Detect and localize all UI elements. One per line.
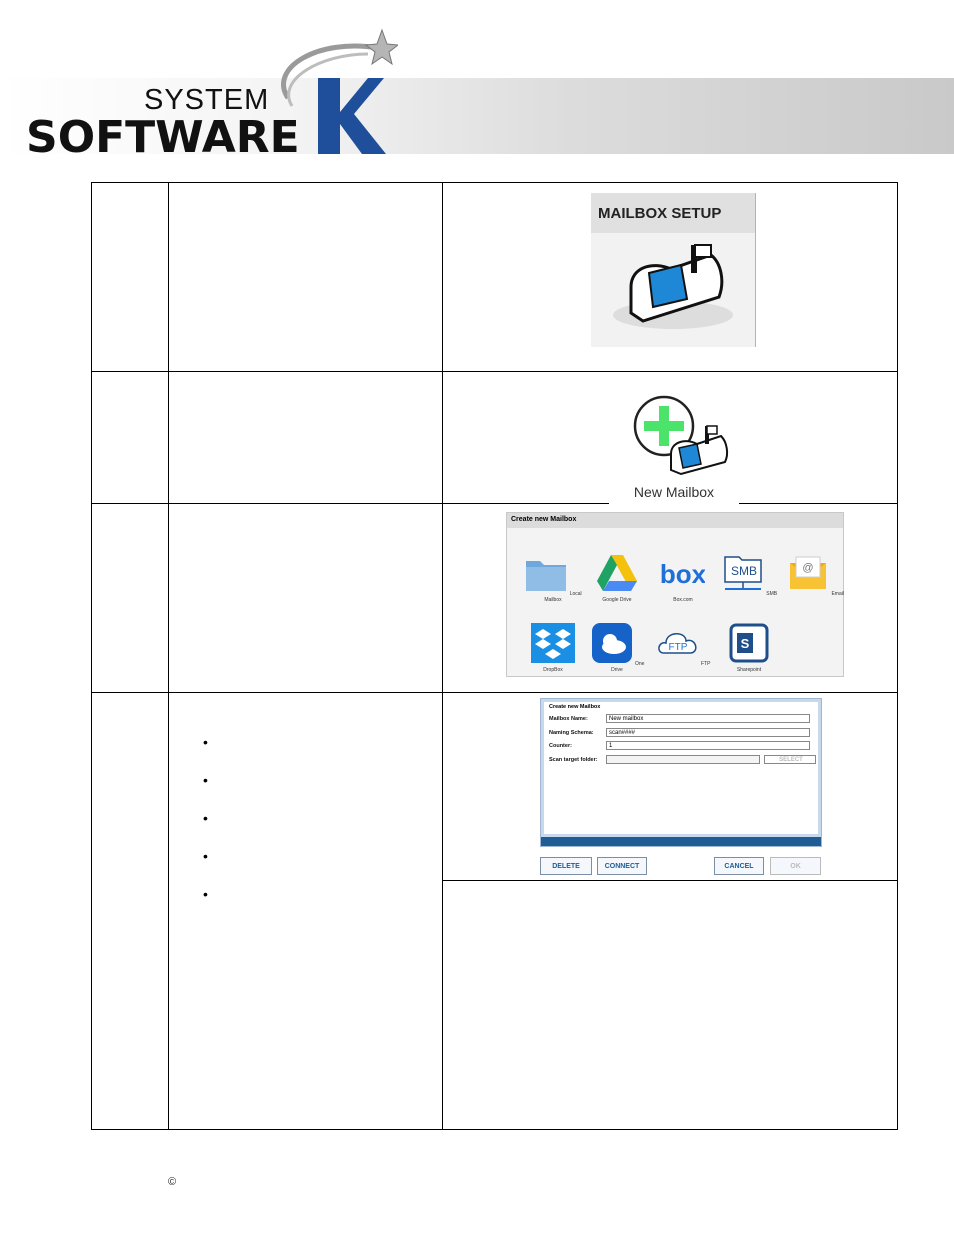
step-cell bbox=[91, 692, 169, 1130]
service-email[interactable]: @ Email bbox=[785, 553, 845, 597]
service-box[interactable]: box Box.com bbox=[653, 553, 713, 603]
mailbox-name-label: Mailbox Name: bbox=[549, 716, 588, 722]
scan-target-folder-input[interactable] bbox=[606, 755, 760, 764]
naming-schema-input[interactable]: scan#### bbox=[606, 728, 810, 737]
naming-schema-label: Naming Schema: bbox=[549, 730, 594, 736]
service-smb[interactable]: SMB SMB bbox=[719, 553, 779, 597]
form-title: Create new Mailbox bbox=[549, 704, 601, 710]
bullet-marker: • bbox=[203, 734, 208, 750]
step-cell bbox=[91, 503, 169, 693]
brand-software: SOFTWARE bbox=[26, 112, 300, 163]
scan-target-folder-label: Scan target folder: bbox=[549, 757, 598, 763]
service-onedrive[interactable]: One Drive bbox=[587, 623, 647, 673]
step-cell bbox=[91, 371, 169, 504]
create-mailbox-dialog: Create new Mailbox Local Mailbox Google … bbox=[506, 512, 844, 677]
email-icon: @ bbox=[790, 556, 827, 589]
description-cell bbox=[168, 503, 443, 693]
connect-button[interactable]: CONNECT bbox=[597, 857, 647, 875]
bullet-marker: • bbox=[203, 810, 208, 826]
new-mailbox-icon bbox=[633, 395, 729, 476]
bullet-marker: • bbox=[203, 886, 208, 902]
service-google-drive[interactable]: Google Drive bbox=[587, 553, 647, 603]
mailbox-icon bbox=[613, 244, 733, 329]
description-cell bbox=[168, 371, 443, 504]
delete-button[interactable]: DELETE bbox=[540, 857, 592, 875]
service-local-mailbox[interactable]: Local Mailbox bbox=[523, 553, 583, 603]
smb-icon: SMB bbox=[724, 556, 762, 590]
svg-text:@: @ bbox=[802, 562, 813, 574]
cell-divider bbox=[443, 880, 897, 881]
dialog-title: Create new Mailbox bbox=[507, 513, 843, 528]
new-mailbox-label: New Mailbox bbox=[633, 484, 715, 500]
svg-text:S: S bbox=[741, 636, 750, 651]
service-dropbox[interactable]: DropBox bbox=[523, 623, 583, 673]
mailbox-name-input[interactable]: New mailbox bbox=[606, 714, 810, 723]
bullet-marker: • bbox=[203, 772, 208, 788]
description-cell bbox=[168, 182, 443, 372]
mailbox-setup-panel[interactable]: MAILBOX SETUP bbox=[591, 193, 756, 347]
image-cell: Create new Mailbox Local Mailbox Google … bbox=[442, 503, 898, 693]
panel-title: MAILBOX SETUP bbox=[591, 193, 755, 233]
sharepoint-icon: S bbox=[729, 623, 769, 663]
cancel-button[interactable]: CANCEL bbox=[714, 857, 764, 875]
instructions-table: MAILBOX SETUP New Mailbox Create new Mai… bbox=[91, 182, 898, 1130]
image-cell: Create new Mailbox Mailbox Name: New mai… bbox=[442, 692, 898, 1130]
ok-button[interactable]: OK bbox=[770, 857, 821, 875]
image-cell: New Mailbox bbox=[442, 371, 898, 504]
folder-icon bbox=[526, 561, 567, 591]
counter-label: Counter: bbox=[549, 743, 572, 749]
select-button[interactable]: SELECT bbox=[764, 755, 816, 764]
svg-text:FTP: FTP bbox=[668, 642, 687, 653]
mailbox-form: Create new Mailbox Mailbox Name: New mai… bbox=[540, 698, 822, 847]
service-sharepoint[interactable]: S Sharepoint bbox=[719, 623, 779, 673]
description-cell: • • • • • bbox=[168, 692, 443, 1130]
new-mailbox-button[interactable]: New Mailbox bbox=[609, 392, 739, 504]
bullet-marker: • bbox=[203, 848, 208, 864]
box-icon: box bbox=[660, 559, 707, 589]
google-drive-icon bbox=[597, 555, 637, 591]
svg-text:box: box bbox=[661, 559, 705, 589]
onedrive-icon bbox=[591, 623, 632, 663]
copyright-mark: © bbox=[168, 1176, 177, 1188]
form-bottom-bar bbox=[541, 837, 821, 846]
image-cell: MAILBOX SETUP bbox=[442, 182, 898, 372]
step-cell bbox=[91, 182, 169, 372]
service-ftp[interactable]: FTP FTP bbox=[653, 623, 713, 667]
counter-input[interactable]: 1 bbox=[606, 741, 810, 750]
dropbox-icon bbox=[531, 623, 575, 663]
ftp-icon: FTP bbox=[657, 633, 697, 654]
svg-text:SMB: SMB bbox=[731, 564, 757, 578]
